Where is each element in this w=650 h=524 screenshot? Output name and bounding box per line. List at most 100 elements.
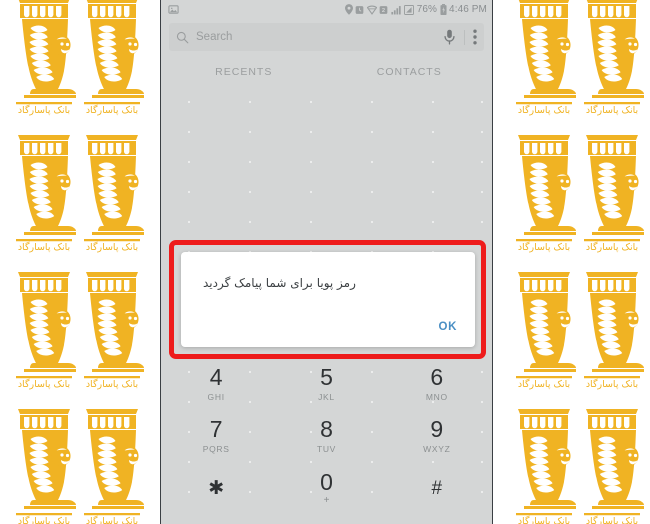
background-dot — [432, 221, 434, 223]
svg-text:بانک پاسارگاد: بانک پاسارگاد — [518, 241, 570, 253]
svg-text:بانک پاسارگاد: بانک پاسارگاد — [586, 515, 638, 524]
bank-pasargad-lion-logo: بانک پاسارگاد — [566, 129, 650, 257]
status-bar-left — [168, 4, 179, 15]
background-dot — [371, 191, 373, 193]
svg-text:بانک پاسارگاد: بانک پاسارگاد — [18, 515, 70, 524]
svg-text:بانک پاسارگاد: بانک پاسارگاد — [86, 241, 138, 253]
dialpad-row: 7 PQRS 8 TUV 9 WXYZ — [161, 410, 492, 462]
background-dot — [310, 191, 312, 193]
background-dot — [371, 221, 373, 223]
search-divider — [464, 29, 465, 45]
bank-pasargad-lion-logo: بانک پاسارگاد — [66, 0, 158, 120]
svg-text:بانک پاسارگاد: بانک پاسارگاد — [18, 104, 70, 116]
svg-text:بانک پاسارگاد: بانک پاسارگاد — [86, 515, 138, 524]
background-dot — [432, 161, 434, 163]
svg-text:بانک پاسارگاد: بانک پاسارگاد — [586, 104, 638, 116]
sim-2-icon: 2 — [379, 5, 388, 15]
screenshot-root: بانک پاسارگاد بانک پاسارگاد بانک پاسارگا… — [0, 0, 650, 524]
bank-pasargad-lion-logo: بانک پاسارگاد — [566, 0, 650, 120]
bank-pasargad-lion-logo: بانک پاسارگاد — [66, 129, 158, 257]
background-dot — [310, 131, 312, 133]
image-icon — [168, 4, 179, 15]
search-icon — [176, 31, 189, 44]
dialpad-key-#[interactable]: # — [382, 462, 492, 514]
background-dot — [188, 221, 190, 223]
background-dot — [249, 191, 251, 193]
phone-screenshot-panel: 2 76% 4:46 PM Search RECENTS CONTACTS 4 … — [160, 0, 493, 524]
dialpad-key-digit: 6 — [430, 364, 444, 390]
search-bar[interactable]: Search — [169, 23, 484, 51]
clock-label: 4:46 PM — [449, 4, 487, 15]
alarm-icon — [355, 5, 364, 15]
dialpad-key-5[interactable]: 5 JKL — [271, 358, 381, 410]
background-dot — [188, 101, 190, 103]
background-dot — [481, 161, 483, 163]
bank-pasargad-lion-logo: بانک پاسارگاد — [66, 266, 158, 394]
dialpad-key-digit: 4 — [209, 364, 223, 390]
background-dot — [371, 161, 373, 163]
dialpad-key-9[interactable]: 9 WXYZ — [382, 410, 492, 462]
background-dot — [432, 191, 434, 193]
background-dot — [432, 131, 434, 133]
wifi-icon — [366, 5, 377, 15]
battery-charging-icon — [440, 4, 447, 15]
dialpad-key-letters: MNO — [425, 392, 448, 402]
dialog-message: رمز پویا برای شما پیامک گردید — [203, 275, 356, 290]
dialpad-key-digit: 0 — [320, 468, 333, 495]
dialpad-key-letters: JKL — [318, 392, 335, 402]
dialpad-key-letters: TUV — [316, 444, 337, 454]
status-bar-right: 2 76% 4:46 PM — [344, 4, 487, 15]
background-dot — [371, 101, 373, 103]
background-dot — [310, 221, 312, 223]
search-input[interactable]: Search — [196, 31, 443, 43]
sms-otp-dialog: رمز پویا برای شما پیامک گردید OK — [181, 252, 475, 347]
svg-text:بانک پاسارگاد: بانک پاسارگاد — [18, 378, 70, 390]
dialpad-key-letters: GHI — [207, 392, 225, 402]
svg-text:بانک پاسارگاد: بانک پاسارگاد — [518, 515, 570, 524]
dialpad-key-0[interactable]: 0 + — [271, 462, 381, 514]
background-dot — [371, 131, 373, 133]
background-dot — [249, 101, 251, 103]
bank-pasargad-lion-logo: بانک پاسارگاد — [566, 403, 650, 524]
background-dot — [481, 221, 483, 223]
background-dot — [249, 161, 251, 163]
status-bar: 2 76% 4:46 PM — [161, 0, 492, 19]
dialpad-key-8[interactable]: 8 TUV — [271, 410, 381, 462]
signal-secondary-icon — [404, 4, 415, 15]
dialpad-key-4[interactable]: 4 GHI — [161, 358, 271, 410]
svg-text:2: 2 — [382, 8, 385, 14]
dialpad-key-sub: + — [323, 494, 330, 506]
svg-text:بانک پاسارگاد: بانک پاسارگاد — [18, 241, 70, 253]
dialpad-key-digit: # — [431, 477, 443, 499]
background-dot — [432, 101, 434, 103]
search-bar-container: Search — [161, 19, 492, 57]
ok-button[interactable]: OK — [439, 321, 457, 333]
dialpad-key-7[interactable]: 7 PQRS — [161, 410, 271, 462]
background-dot — [481, 101, 483, 103]
dialpad-key-6[interactable]: 6 MNO — [382, 358, 492, 410]
dialpad-key-digit: 8 — [320, 416, 333, 442]
battery-percent-label: 76% — [416, 4, 438, 15]
bank-pasargad-lion-logo: بانک پاسارگاد — [566, 266, 650, 394]
dialpad-key-digit: ✱ — [208, 477, 225, 499]
dialpad-key-letters: PQRS — [202, 444, 230, 454]
background-dot — [188, 161, 190, 163]
location-pin-icon — [344, 4, 353, 15]
background-dot — [249, 221, 251, 223]
svg-text:بانک پاسارگاد: بانک پاسارگاد — [586, 378, 638, 390]
background-dot — [188, 131, 190, 133]
more-vertical-icon[interactable] — [473, 29, 477, 45]
dialog-actions: OK — [181, 313, 475, 347]
dialpad-key-digit: 7 — [209, 416, 223, 442]
dialpad-key-digit: 9 — [430, 416, 444, 442]
microphone-icon[interactable] — [443, 29, 456, 45]
svg-text:بانک پاسارگاد: بانک پاسارگاد — [518, 104, 570, 116]
dialpad-key-✱[interactable]: ✱ — [161, 462, 271, 514]
background-dot — [188, 191, 190, 193]
background-dot — [481, 191, 483, 193]
bank-pasargad-lion-logo: بانک پاسارگاد — [66, 403, 158, 524]
dialpad: 4 GHI 5 JKL 6 MNO 7 PQRS 8 TUV 9 WXYZ ✱ 0 + # — [161, 356, 492, 524]
background-dot — [310, 101, 312, 103]
dialpad-key-digit: 5 — [320, 364, 333, 390]
svg-text:بانک پاسارگاد: بانک پاسارگاد — [86, 104, 138, 116]
